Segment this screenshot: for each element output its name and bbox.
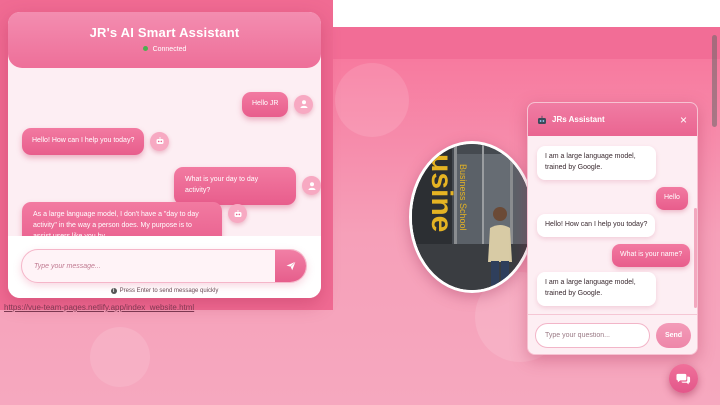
bot-message: As a large language model, I don't have …: [22, 202, 247, 237]
widget-header: JRs Assistant ×: [528, 103, 697, 136]
user-message: Hello: [656, 187, 688, 210]
connection-status: Connected: [8, 46, 321, 53]
sign-text: Business School: [458, 164, 468, 231]
close-icon[interactable]: ×: [680, 113, 687, 127]
robot-icon: [228, 204, 247, 223]
sign-big-text: usine: [425, 154, 458, 232]
bot-message: Hello! How can I help you today?: [537, 214, 656, 237]
robot-icon: [150, 131, 170, 151]
profile-image: usine Business School: [412, 144, 532, 290]
status-label: Connected: [152, 46, 187, 53]
page-link[interactable]: https://vue-team-pages.netlify.app/index…: [4, 303, 194, 312]
widget-message-list: I am a large language model, trained by …: [528, 136, 697, 314]
bot-message: I am a large language model, trained by …: [537, 272, 656, 306]
user-message: What is your name?: [612, 244, 691, 267]
message-text: As a large language model, I don't have …: [22, 202, 222, 237]
paper-plane-icon: [286, 261, 296, 271]
user-icon: [294, 94, 314, 114]
widget-send-button[interactable]: Send: [656, 323, 691, 348]
user-message: What is your day to day activity?: [174, 167, 321, 205]
question-input[interactable]: [535, 323, 650, 348]
send-hint: i Press Enter to send message quickly: [8, 288, 321, 294]
decor-circle: [335, 63, 409, 137]
widget-title: JRs Assistant: [552, 115, 605, 124]
widget-scrollbar[interactable]: [694, 208, 697, 308]
status-dot-icon: [142, 46, 148, 51]
bot-message: I am a large language model, trained by …: [537, 146, 656, 180]
send-button[interactable]: [275, 250, 306, 282]
decor-circle: [90, 327, 150, 387]
user-message: Hello JR: [242, 92, 314, 117]
message-text: What is your day to day activity?: [174, 167, 297, 205]
widget-composer: Send: [528, 314, 697, 354]
chat-toggle-button[interactable]: [669, 364, 698, 393]
page-scrollbar[interactable]: [712, 35, 717, 127]
chat-bubbles-icon: [676, 373, 691, 385]
chat-panel: JR's AI Smart Assistant Connected Hello …: [8, 12, 321, 298]
profile-photo: usine Business School: [409, 141, 535, 293]
chat-header: JR's AI Smart Assistant Connected: [8, 12, 321, 68]
assistant-widget: JRs Assistant × I am a large language mo…: [527, 102, 698, 355]
message-input[interactable]: [22, 250, 276, 282]
message-list: Hello JR Hello! How can I help you today…: [8, 72, 321, 237]
robot-icon: [537, 115, 547, 125]
bot-message: Hello! How can I help you today?: [22, 128, 170, 155]
composer: iPress Enter to send message quickly: [8, 236, 321, 298]
hint-text: Press Enter to send message quickly: [119, 288, 219, 294]
chat-title: JR's AI Smart Assistant: [89, 25, 240, 40]
message-input-wrapper: [21, 249, 307, 283]
message-text: Hello! How can I help you today?: [22, 128, 145, 155]
message-text: Hello JR: [242, 92, 289, 117]
user-icon: [302, 176, 321, 196]
info-icon: i: [110, 288, 117, 294]
